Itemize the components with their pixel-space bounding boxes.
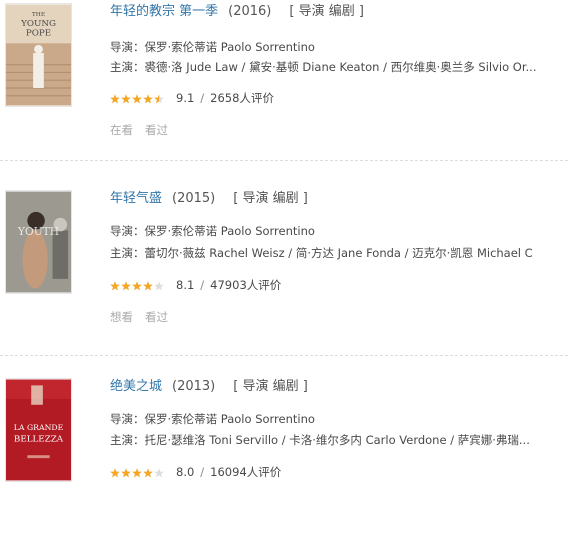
- star-filled-icon: [132, 93, 142, 103]
- movie-title-link[interactable]: 年轻气盛: [110, 191, 162, 206]
- star-filled-icon: [110, 93, 120, 103]
- title-line: 年轻的教宗 第一季 (2016) [ 导演 编剧 ]: [110, 3, 364, 21]
- movie-poster[interactable]: YOUTH: [5, 190, 72, 294]
- star-icon: [154, 280, 164, 290]
- star-filled-icon: [143, 467, 153, 477]
- watching-link[interactable]: 在看: [110, 123, 133, 137]
- star-filled-icon: [132, 280, 142, 290]
- vote-count: 16094人评价: [210, 465, 282, 479]
- movie-poster[interactable]: THE YOUNG POPE: [5, 3, 72, 107]
- star-filled-icon: [143, 280, 153, 290]
- star-filled-icon: [110, 280, 120, 290]
- cast-line: 主演：裘德·洛 Jude Law / 黛安·基顿 Diane Keaton / …: [110, 60, 537, 74]
- star-filled-icon: [143, 93, 153, 103]
- star-filled-icon: [121, 280, 131, 290]
- director-line: 导演：保罗·索伦蒂诺 Paolo Sorrentino: [110, 412, 315, 426]
- movie-roles: [ 导演 编剧 ]: [233, 379, 308, 394]
- star-rating-icon: [110, 280, 164, 290]
- svg-text:LA GRANDE: LA GRANDE: [14, 423, 64, 432]
- item-divider: [0, 160, 568, 161]
- star-rating-icon: [110, 467, 164, 477]
- star-filled-icon: [110, 467, 120, 477]
- title-line: 绝美之城 (2013) [ 导演 编剧 ]: [110, 378, 308, 396]
- movie-year: (2015): [172, 191, 216, 206]
- poster-image: LA GRANDE BELLEZZA: [6, 379, 71, 481]
- title-line: 年轻气盛 (2015) [ 导演 编剧 ]: [110, 190, 308, 208]
- movie-year: (2013): [172, 379, 216, 394]
- rating-separator: /: [200, 91, 205, 105]
- star-rating-icon: [110, 93, 164, 103]
- rating-score: 8.0: [176, 465, 195, 479]
- rating-line: 8.0 / 16094人评价: [110, 464, 281, 480]
- watched-link[interactable]: 看过: [145, 123, 168, 137]
- svg-text:POPE: POPE: [26, 29, 51, 39]
- rating-separator: /: [200, 278, 205, 292]
- star-filled-icon: [121, 467, 131, 477]
- movie-year: (2016): [228, 4, 272, 19]
- rating-line: 9.1 / 2658人评价: [110, 90, 274, 106]
- cast-line: 主演：托尼·瑟维洛 Toni Servillo / 卡洛·维尔多内 Carlo …: [110, 433, 530, 447]
- want-to-watch-link[interactable]: 想看: [110, 310, 133, 324]
- action-links: 想看 看过: [110, 309, 180, 325]
- star-filled-icon: [132, 467, 142, 477]
- movie-item: LA GRANDE BELLEZZA 绝美之城 (2013) [ 导演 编剧 ] 导…: [0, 378, 568, 558]
- svg-text:BELLEZZA: BELLEZZA: [14, 435, 64, 445]
- svg-text:YOUTH: YOUTH: [17, 225, 59, 238]
- rating-separator: /: [200, 465, 205, 479]
- rating-score: 9.1: [176, 91, 195, 105]
- movie-list: THE YOUNG POPE 年轻的教宗 第一季 (2016)[ 导演 编剧 ] …: [0, 0, 568, 487]
- poster-image: YOUTH: [6, 191, 71, 293]
- vote-count: 2658人评价: [210, 91, 274, 105]
- movie-poster[interactable]: LA GRANDE BELLEZZA: [5, 378, 72, 482]
- svg-text:YOUNG: YOUNG: [20, 19, 56, 29]
- movie-item: YOUTH 年轻气盛 (2015) [ 导演 编剧 ] 导演：保罗·索伦蒂诺 Pao…: [0, 190, 568, 370]
- movie-title-link[interactable]: 年轻的教宗 第一季: [110, 4, 218, 19]
- action-links: 在看 看过: [110, 122, 180, 138]
- svg-text:THE: THE: [32, 12, 45, 18]
- director-line: 导演：保罗·索伦蒂诺 Paolo Sorrentino: [110, 224, 315, 238]
- star-icon: [154, 467, 164, 477]
- vote-count: 47903人评价: [210, 278, 282, 292]
- movie-title-link[interactable]: 绝美之城: [110, 379, 162, 394]
- movie-roles: [ 导演 编剧 ]: [289, 4, 364, 19]
- director-line: 导演：保罗·索伦蒂诺 Paolo Sorrentino: [110, 40, 315, 54]
- poster-image: THE YOUNG POPE: [6, 4, 71, 106]
- rating-score: 8.1: [176, 278, 195, 292]
- watched-link[interactable]: 看过: [145, 310, 168, 324]
- star-filled-icon: [121, 93, 131, 103]
- cast-line: 主演：蕾切尔·薇兹 Rachel Weisz / 简·方达 Jane Fonda…: [110, 246, 533, 260]
- movie-item: THE YOUNG POPE 年轻的教宗 第一季 (2016)[ 导演 编剧 ] …: [0, 3, 568, 183]
- rating-line: 8.1 / 47903人评价: [110, 277, 281, 293]
- item-divider: [0, 355, 568, 356]
- movie-roles: [ 导演 编剧 ]: [233, 191, 308, 206]
